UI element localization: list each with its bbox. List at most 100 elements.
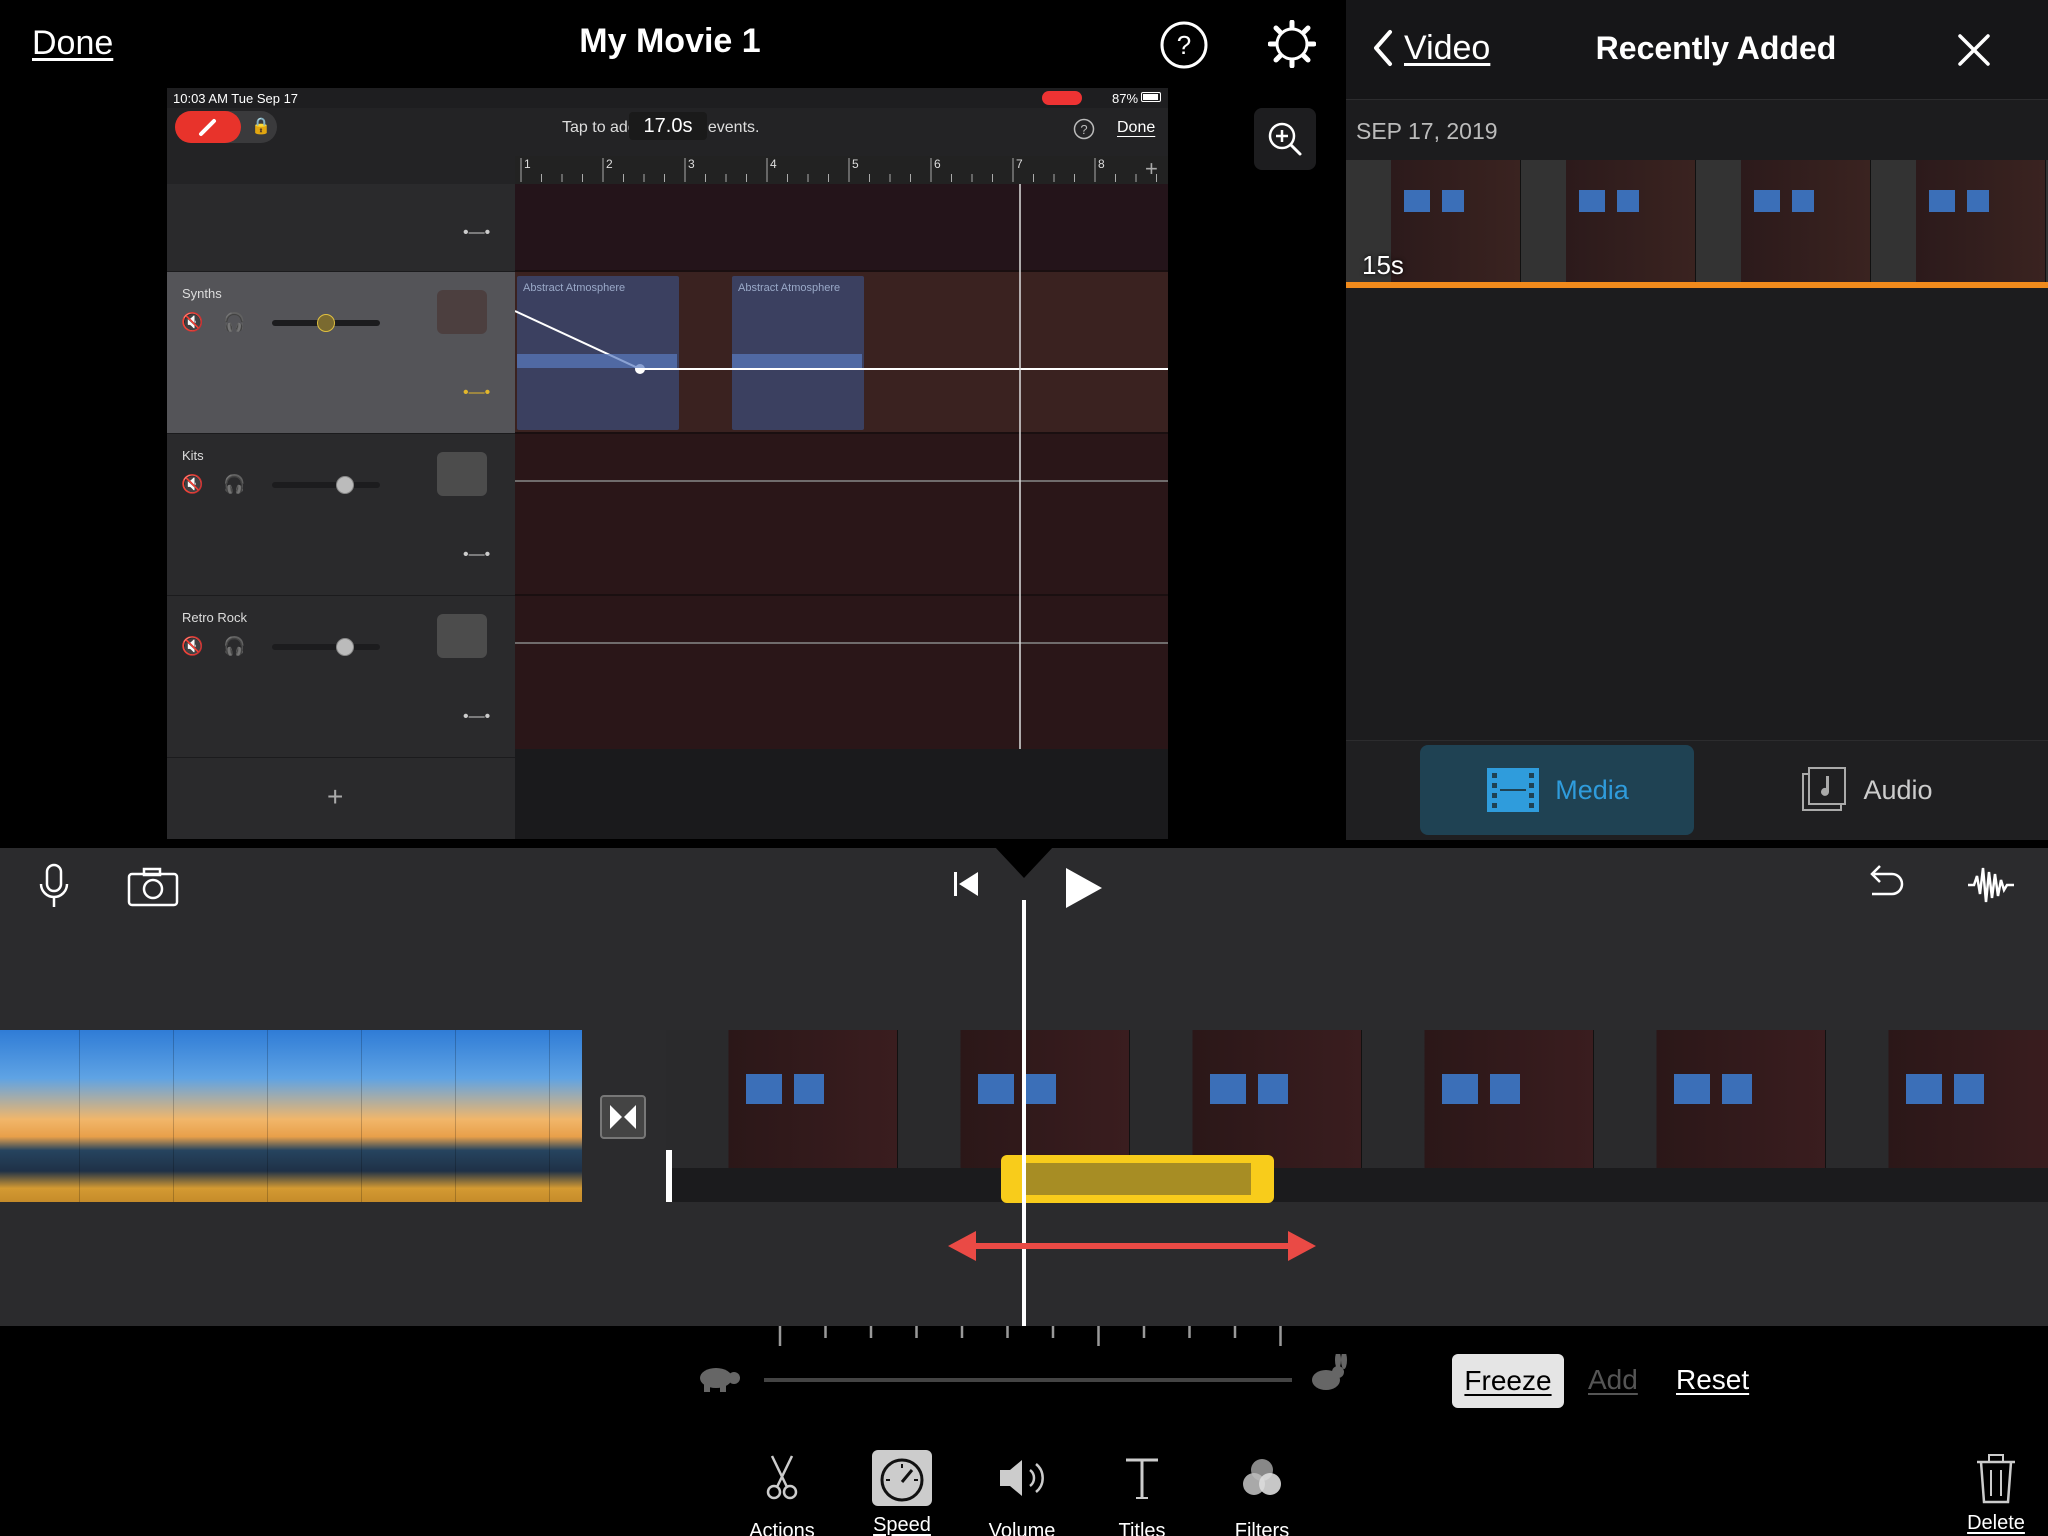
ruler-label: 6 [934, 157, 941, 171]
undo-button[interactable] [1860, 862, 1906, 908]
drag-hint-arrow [948, 1231, 1316, 1261]
project-title: My Movie 1 [579, 22, 761, 60]
headphones-icon: 🎧 [223, 312, 246, 332]
clip-thumbnail [174, 1030, 268, 1202]
undo-icon [1870, 865, 1904, 896]
camera-icon [127, 867, 179, 907]
browser-title: Recently Added [1595, 30, 1837, 66]
volume-slider [272, 314, 380, 332]
skip-to-start-button[interactable] [950, 868, 982, 900]
gb-timeline-grid: Abstract Atmosphere Abstract Atmosphere [515, 184, 1168, 759]
video-viewer[interactable]: 10:03 AM Tue Sep 17 87% 🔒 Tap to add or … [167, 88, 1168, 839]
clip-thumbnail [550, 1030, 582, 1202]
ruler-label: 1 [524, 157, 531, 171]
media-clip[interactable]: 15s [1346, 160, 2048, 288]
music-note-icon [1802, 767, 1847, 811]
time-badge: 17.0s [629, 112, 707, 140]
delete-button[interactable]: Delete [1936, 1450, 2048, 1535]
gb-add-section: + [1145, 156, 1158, 181]
clip-start-handle[interactable] [666, 1150, 672, 1202]
back-label: Video [1404, 28, 1491, 67]
chevron-left-icon [1374, 30, 1392, 66]
tool-actions[interactable]: Actions [722, 1450, 842, 1536]
media-browser: Video Recently Added SEP 17, 2019 15s Me… [1346, 0, 2048, 840]
tab-media[interactable]: Media [1420, 745, 1694, 835]
timeline[interactable] [0, 846, 2048, 1360]
zoom-button[interactable] [1254, 108, 1316, 170]
close-button[interactable] [1952, 28, 1996, 72]
settings-button[interactable] [1267, 19, 1317, 69]
help-button[interactable]: ? [1160, 21, 1208, 69]
add-button[interactable]: Add [1588, 1364, 1638, 1396]
trash-icon [1977, 1454, 2015, 1504]
svg-text:?: ? [1080, 122, 1087, 137]
volume-knob [317, 314, 335, 332]
automation-icon: •—• [463, 546, 491, 563]
gb-ruler: 1 2 3 4 5 6 7 8 + [515, 156, 1168, 184]
instrument-icon [437, 290, 487, 334]
gb-help-icon: ? [1073, 118, 1095, 140]
battery-icon [1141, 92, 1161, 102]
tool-speed[interactable]: Speed [842, 1450, 962, 1536]
tool-titles[interactable]: Titles [1082, 1450, 1202, 1536]
clip-duration: 15s [1362, 250, 1404, 280]
pencil-toggle: 🔒 [175, 111, 277, 143]
microphone-button[interactable] [34, 862, 74, 912]
audio-waveform-button[interactable] [1966, 862, 2016, 908]
tool-filters[interactable]: Filters [1202, 1450, 1322, 1536]
microphone-icon [39, 863, 69, 907]
film-icon [1487, 768, 1540, 812]
camera-button[interactable] [126, 866, 180, 908]
clip-thumbnail [666, 1030, 898, 1168]
question-circle-icon: ? [1160, 21, 1208, 69]
landscape-clip[interactable] [0, 1030, 582, 1202]
speed-scale [778, 1326, 1282, 1346]
status-time: 10:03 AM Tue Sep 17 [173, 91, 299, 106]
svg-text:?: ? [1177, 30, 1191, 60]
clip-thumbnail [1871, 160, 2046, 282]
gb-done: Done [1117, 119, 1156, 136]
clip-thumbnail [1521, 160, 1696, 282]
hare-icon [1306, 1351, 1350, 1394]
speed-slider[interactable] [764, 1378, 1292, 1382]
freeze-button[interactable]: Freeze [1452, 1354, 1564, 1408]
tab-audio[interactable]: Audio [1766, 745, 1966, 835]
tool-label: Actions [749, 1520, 815, 1536]
mute-icon: 🔇 [181, 636, 204, 656]
mute-icon: 🔇 [181, 474, 204, 494]
transition-icon [610, 1105, 636, 1129]
clip-speed-ruler [666, 1168, 2048, 1202]
clip-used-bar [1346, 282, 2048, 288]
tool-label: Volume [988, 1520, 1056, 1536]
transition-button[interactable] [600, 1095, 646, 1139]
gb-track-list: Synths Kits Retro Rock + •—• 🔇 🎧 •—• 🔇 🎧 •—• 🔇 🎧… [167, 184, 515, 839]
filters-icon [1243, 1459, 1281, 1495]
close-icon [1958, 34, 1990, 66]
tool-volume[interactable]: Volume [962, 1450, 1082, 1536]
browser-tabs: Media Audio [1346, 740, 2048, 840]
gb-track-name: Synths [182, 286, 222, 301]
scissors-icon [766, 1455, 798, 1500]
clip-thumbnail [456, 1030, 550, 1202]
clip-thumbnail [1362, 1030, 1594, 1168]
tab-media-label: Media [1555, 774, 1629, 805]
back-button[interactable]: Video [1372, 24, 1490, 72]
automation-icon: •—• [463, 708, 491, 725]
speedometer-icon [880, 1458, 924, 1502]
volume-slider [272, 476, 380, 494]
reset-button[interactable]: Reset [1676, 1364, 1749, 1396]
headphones-icon: 🎧 [223, 636, 246, 656]
tool-label: Speed [873, 1514, 931, 1536]
playhead[interactable] [1022, 900, 1026, 1360]
headphones-icon: 🎧 [223, 474, 246, 494]
done-button[interactable]: Done [32, 24, 113, 63]
speed-range-bar[interactable] [1001, 1155, 1274, 1203]
clip-thumbnail [268, 1030, 362, 1202]
tool-label: Titles [1118, 1520, 1166, 1536]
play-button[interactable] [1062, 864, 1106, 912]
clip-thumbnail [80, 1030, 174, 1202]
clip-thumbnail [1826, 1030, 2048, 1168]
garageband-clip[interactable] [666, 1030, 2048, 1202]
delete-label: Delete [1967, 1512, 2025, 1534]
skip-to-start-icon [954, 872, 978, 896]
